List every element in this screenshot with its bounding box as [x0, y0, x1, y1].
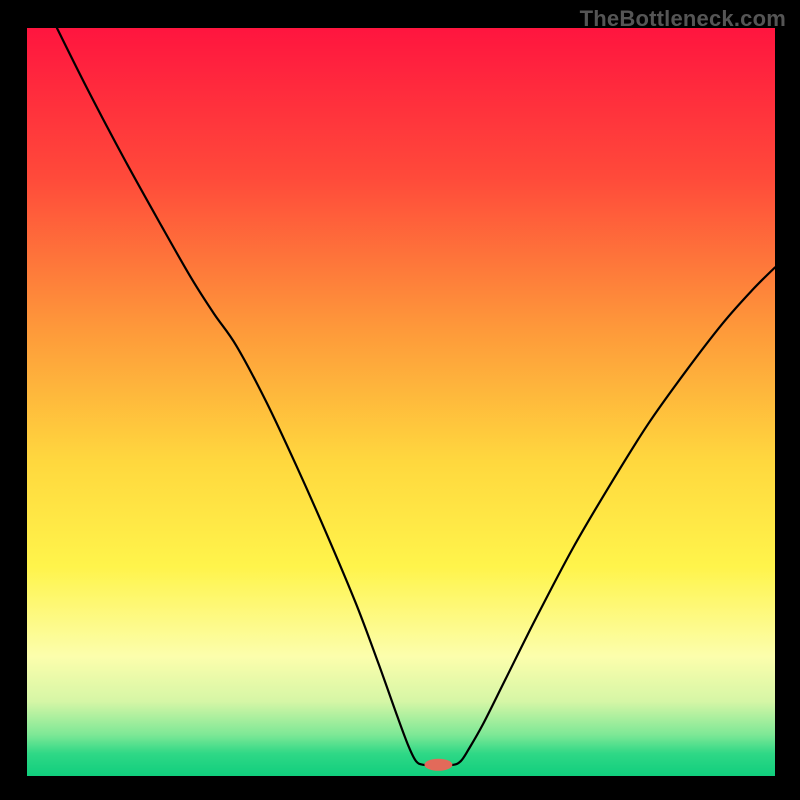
chart-frame: TheBottleneck.com	[0, 0, 800, 800]
attribution-label: TheBottleneck.com	[580, 6, 786, 32]
optimal-marker	[424, 759, 452, 771]
bottleneck-chart	[0, 0, 800, 800]
